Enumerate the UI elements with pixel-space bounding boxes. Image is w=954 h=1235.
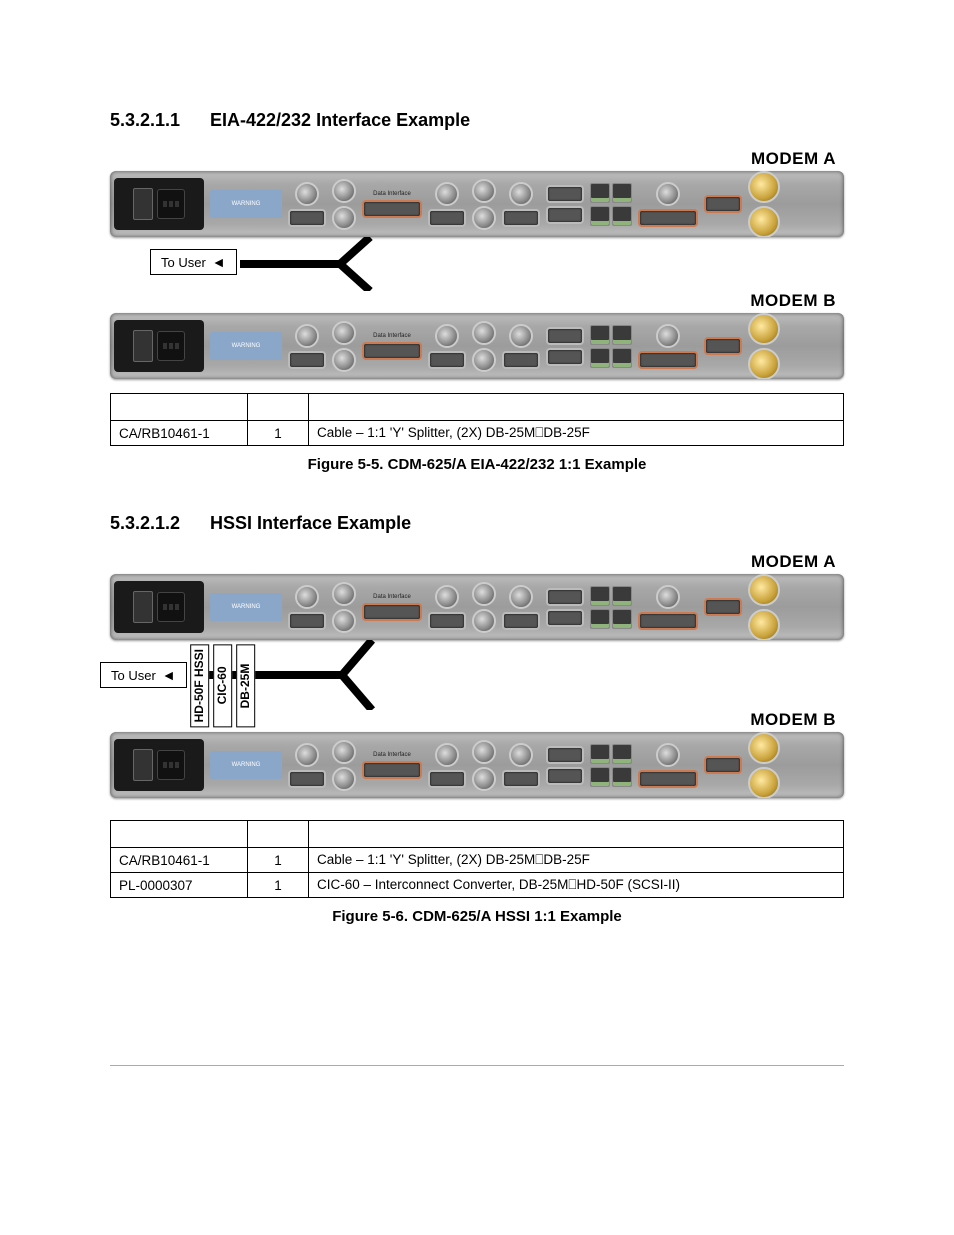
modem-b-panel-2: WARNING Data Interface <box>110 732 844 798</box>
section-title: HSSI Interface Example <box>210 513 411 534</box>
figure-caption-2: Figure 5-6. CDM-625/A HSSI 1:1 Example <box>110 908 844 925</box>
section-number: 5.3.2.1.1 <box>110 110 210 131</box>
page: 5.3.2.1.1 EIA-422/232 Interface Example … <box>0 0 954 1136</box>
to-user-label-2: To User ◄ <box>100 662 187 688</box>
section-heading-1: 5.3.2.1.1 EIA-422/232 Interface Example <box>110 110 844 131</box>
to-user-label: To User ◄ <box>150 249 237 275</box>
modem-a-label-2: MODEM A <box>110 552 836 572</box>
table-row: CA/RB10461-1 1 Cable – 1:1 'Y' Splitter,… <box>111 848 844 873</box>
hd50f-label: HD-50F HSSI <box>190 644 209 727</box>
section-heading-2: 5.3.2.1.2 HSSI Interface Example <box>110 513 844 534</box>
cic60-label: CIC-60 <box>213 644 232 727</box>
parts-table-1: CA/RB10461-1 1 Cable – 1:1 'Y' Splitter,… <box>110 393 844 446</box>
arrow-left-icon: ◄ <box>212 254 226 270</box>
table-row: PL-0000307 1 CIC-60 – Interconnect Conve… <box>111 873 844 898</box>
section-title: EIA-422/232 Interface Example <box>210 110 470 131</box>
arrow-left-icon: ◄ <box>162 667 176 683</box>
db25m-label: DB-25M <box>236 644 255 727</box>
converter-labels: HD-50F HSSI CIC-60 DB-25M <box>190 644 256 727</box>
figure-1: MODEM A WARNING Data Interface <box>110 149 844 473</box>
modem-a-panel-2: WARNING Data Interface <box>110 574 844 640</box>
parts-table-2: CA/RB10461-1 1 Cable – 1:1 'Y' Splitter,… <box>110 820 844 898</box>
figure-2: MODEM A WARNING Data Interface <box>110 552 844 925</box>
section-number: 5.3.2.1.2 <box>110 513 210 534</box>
modem-a-panel: WARNING Data Interface <box>110 171 844 237</box>
modem-a-label: MODEM A <box>110 149 836 169</box>
modem-b-label: MODEM B <box>110 291 836 311</box>
table-row: CA/RB10461-1 1 Cable – 1:1 'Y' Splitter,… <box>111 421 844 446</box>
modem-b-panel: WARNING Data Interface <box>110 313 844 379</box>
footer-divider <box>110 1065 844 1066</box>
figure-caption-1: Figure 5-5. CDM-625/A EIA-422/232 1:1 Ex… <box>110 456 844 473</box>
